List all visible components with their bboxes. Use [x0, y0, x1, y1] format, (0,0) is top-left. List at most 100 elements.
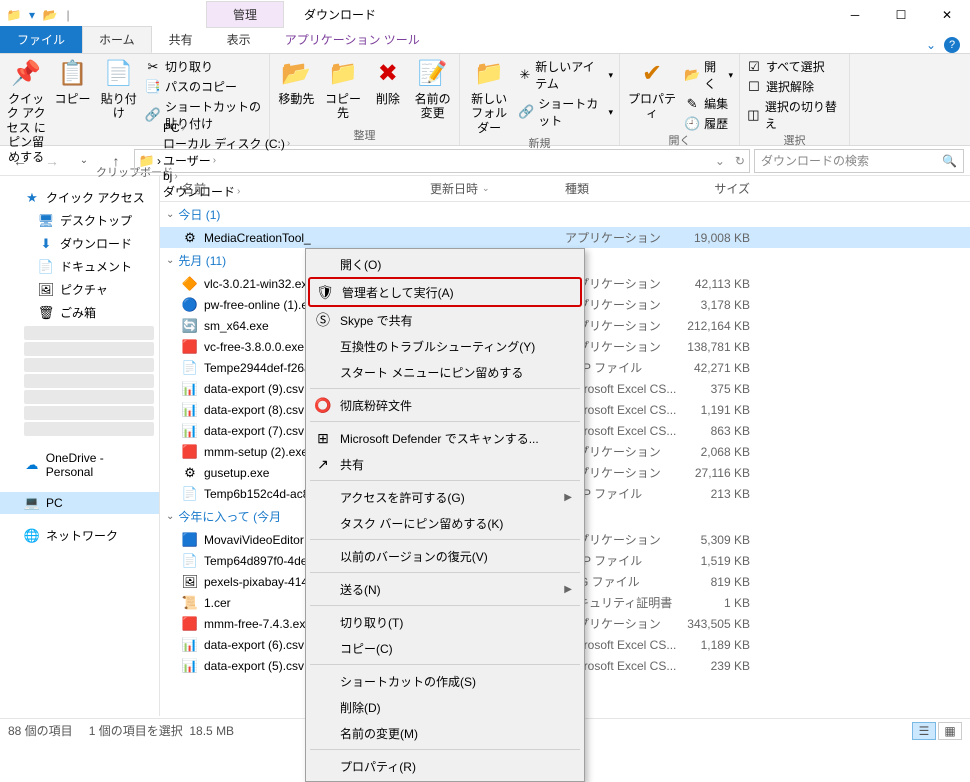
- context-menu-item[interactable]: ⓈSkype で共有: [308, 307, 582, 333]
- copy-button[interactable]: 📋コピー: [52, 58, 92, 106]
- new-item-button[interactable]: ✳新しいアイテム▾: [518, 58, 613, 92]
- file-icon: 🟦: [182, 532, 198, 548]
- properties-button[interactable]: ✔プロパティ: [626, 58, 678, 121]
- sidebar-item-documents[interactable]: 📄ドキュメント: [0, 255, 159, 278]
- context-menu-item[interactable]: 以前のバージョンの復元(V): [308, 543, 582, 569]
- col-size[interactable]: サイズ: [680, 180, 770, 197]
- forward-button[interactable]: →: [38, 149, 66, 173]
- context-menu-item[interactable]: 互換性のトラブルシューティング(Y): [308, 333, 582, 359]
- tab-home[interactable]: ホーム: [82, 26, 152, 53]
- cut-button[interactable]: ✂切り取り: [145, 58, 263, 75]
- file-row[interactable]: ⚙MediaCreationTool_アプリケーション19,008 KB: [160, 227, 970, 248]
- copy-to-button[interactable]: 📁コピー先: [323, 58, 364, 121]
- sidebar-item-trash[interactable]: 🗑ごみ箱: [0, 301, 159, 324]
- maximize-button[interactable]: ☐: [878, 0, 924, 30]
- file-icon: 📊: [182, 402, 198, 418]
- tab-share[interactable]: 共有: [152, 26, 210, 53]
- context-menu-item[interactable]: 削除(D): [308, 694, 582, 720]
- paste-button[interactable]: 📄貼り付け: [99, 58, 139, 121]
- sidebar-item-pictures[interactable]: 🖼ピクチャ: [0, 278, 159, 301]
- context-menu-item[interactable]: ↗共有: [308, 451, 582, 477]
- rename-button[interactable]: 📝名前の 変更: [412, 58, 453, 121]
- col-name[interactable]: 名前: [160, 180, 430, 197]
- sidebar-item-desktop[interactable]: 🖥デスクトップ: [0, 209, 159, 232]
- context-menu-item[interactable]: 送る(N)▶: [308, 576, 582, 602]
- history-button[interactable]: 🕘履歴: [684, 115, 733, 132]
- blurred-item: [24, 422, 154, 436]
- help-icon[interactable]: ?: [944, 37, 960, 53]
- crumb-segment[interactable]: ユーザー›: [163, 152, 290, 169]
- col-type[interactable]: 種類: [565, 180, 680, 197]
- context-menu-item[interactable]: ⭕彻底粉碎文件: [308, 392, 582, 418]
- search-input[interactable]: ダウンロードの検索🔍: [754, 149, 964, 173]
- menu-separator: [310, 664, 580, 665]
- file-icon: 📜: [182, 595, 198, 611]
- status-selection: 1 個の項目を選択 18.5 MB: [89, 722, 234, 739]
- new-folder-button[interactable]: 📁新しい フォルダー: [466, 58, 512, 135]
- file-icon: 🟥: [182, 444, 198, 460]
- delete-icon: ✖: [372, 58, 404, 90]
- tab-file[interactable]: ファイル: [0, 26, 82, 53]
- delete-button[interactable]: ✖削除: [369, 58, 406, 106]
- tab-app-tools[interactable]: アプリケーション ツール: [268, 26, 437, 53]
- minimize-button[interactable]: ─: [832, 0, 878, 30]
- file-icon: 🔶: [182, 276, 198, 292]
- context-menu-item[interactable]: 🛡管理者として実行(A): [308, 277, 582, 307]
- sidebar-item-downloads[interactable]: ⬇ダウンロード: [0, 232, 159, 255]
- context-menu-item[interactable]: スタート メニューにピン留めする: [308, 359, 582, 385]
- column-headers[interactable]: 名前 更新日時 ⌄ 種類 サイズ: [160, 176, 970, 202]
- context-menu-item[interactable]: コピー(C): [308, 635, 582, 661]
- file-group-header[interactable]: ⌄今日 (1): [160, 202, 970, 227]
- sidebar-item-network[interactable]: 🌐ネットワーク: [0, 524, 159, 547]
- copy-path-button[interactable]: 📑パスのコピー: [145, 78, 263, 95]
- select-none-button[interactable]: ☐選択解除: [746, 78, 843, 95]
- menu-item-icon: [314, 580, 332, 598]
- menu-separator: [310, 421, 580, 422]
- file-icon: ⚙: [182, 230, 198, 246]
- back-button[interactable]: ←: [6, 149, 34, 173]
- context-menu-item[interactable]: タスク バーにピン留めする(K): [308, 510, 582, 536]
- up-button[interactable]: ↑: [102, 149, 130, 173]
- context-menu-item[interactable]: アクセスを許可する(G)▶: [308, 484, 582, 510]
- menu-separator: [310, 480, 580, 481]
- context-menu-item[interactable]: 開く(O): [308, 251, 582, 277]
- select-none-icon: ☐: [746, 79, 762, 95]
- manage-tab[interactable]: 管理: [206, 1, 284, 28]
- sidebar-item-quick-access[interactable]: ★クイック アクセス: [0, 186, 159, 209]
- address-bar: ← → ⌄ ↑ 📁› PC›ローカル ディスク (C:)›ユーザー›bj›ダウン…: [0, 146, 970, 176]
- context-menu-item[interactable]: ショートカットの作成(S): [308, 668, 582, 694]
- sidebar-item-pc[interactable]: 💻PC: [0, 492, 159, 514]
- star-icon: ★: [24, 190, 40, 206]
- sidebar-item-onedrive[interactable]: ☁OneDrive - Personal: [0, 448, 159, 482]
- picture-icon: 🖼: [38, 282, 54, 298]
- move-to-button[interactable]: 📂移動先: [276, 58, 317, 106]
- select-all-icon: ☑: [746, 59, 762, 75]
- file-icon: 📄: [182, 553, 198, 569]
- view-thumbnails-button[interactable]: ▦: [938, 722, 962, 740]
- edit-button[interactable]: ✎編集: [684, 95, 733, 112]
- context-menu-item[interactable]: プロパティ(R): [308, 753, 582, 779]
- context-menu-item[interactable]: 名前の変更(M): [308, 720, 582, 746]
- open-button[interactable]: 📂開く▾: [684, 58, 733, 92]
- invert-selection-button[interactable]: ◫選択の切り替え: [746, 98, 843, 132]
- ribbon-collapse-icon[interactable]: ⌄: [926, 38, 936, 52]
- ribbon: 📌クイック アクセス にピン留めする 📋コピー 📄貼り付け ✂切り取り 📑パスの…: [0, 54, 970, 146]
- recent-button[interactable]: ⌄: [70, 149, 98, 173]
- close-button[interactable]: ✕: [924, 0, 970, 30]
- menu-item-icon: [314, 613, 332, 631]
- select-all-button[interactable]: ☑すべて選択: [746, 58, 843, 75]
- context-menu-item[interactable]: ⊞Microsoft Defender でスキャンする...: [308, 425, 582, 451]
- pc-icon: 💻: [24, 495, 40, 511]
- col-date[interactable]: 更新日時 ⌄: [430, 180, 565, 197]
- context-menu-item[interactable]: 切り取り(T): [308, 609, 582, 635]
- new-shortcut-button[interactable]: 🔗ショートカット▾: [518, 95, 613, 129]
- group-select-label: 選択: [746, 132, 843, 148]
- blurred-item: [24, 358, 154, 372]
- tab-view[interactable]: 表示: [210, 26, 268, 53]
- view-details-button[interactable]: ☰: [912, 722, 936, 740]
- crumb-segment[interactable]: ローカル ディスク (C:)›: [163, 135, 290, 152]
- qa-toggle-icon[interactable]: ▾: [24, 7, 40, 23]
- menu-item-icon: [314, 514, 332, 532]
- crumb-segment[interactable]: PC›: [163, 121, 290, 135]
- breadcrumb[interactable]: 📁› PC›ローカル ディスク (C:)›ユーザー›bj›ダウンロード› ⌄ ↻: [134, 149, 750, 173]
